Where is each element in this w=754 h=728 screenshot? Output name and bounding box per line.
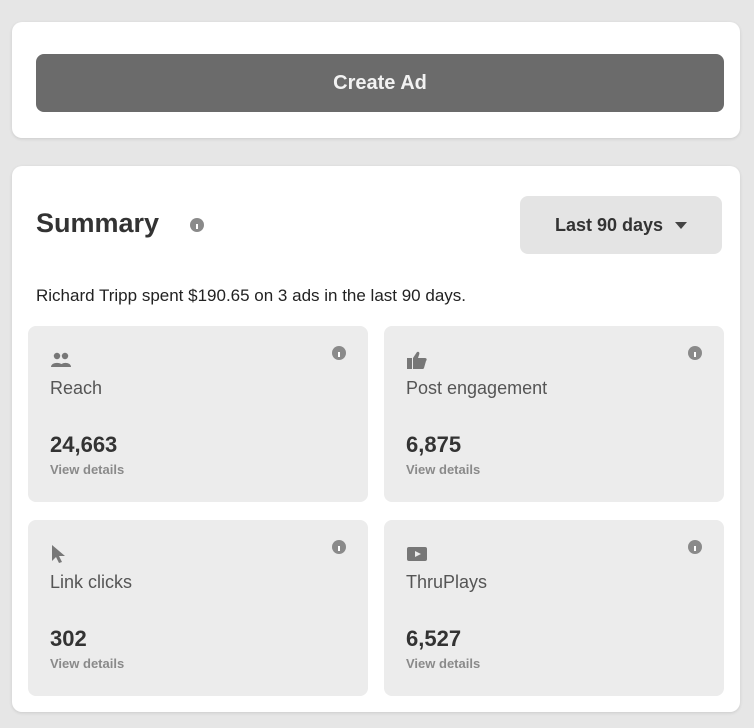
video-icon	[407, 547, 427, 561]
view-details-link[interactable]: View details	[406, 656, 480, 671]
info-icon[interactable]	[190, 218, 204, 232]
metric-tile-reach: Reach 24,663 View details	[28, 326, 368, 502]
metric-value: 24,663	[50, 432, 118, 457]
cursor-icon	[52, 545, 65, 563]
metric-tile-thruplays: ThruPlays 6,527 View details	[384, 520, 724, 696]
info-icon[interactable]	[332, 346, 346, 360]
caret-down-icon	[675, 221, 688, 229]
metric-label: Post engagement	[406, 378, 548, 398]
view-details-link[interactable]: View details	[50, 656, 124, 671]
summary-card: Summary Last 90 days Richard Tripp spent…	[12, 166, 740, 712]
metric-value: 6,875	[406, 432, 462, 457]
date-range-label: Last 90 days	[554, 214, 664, 235]
info-icon[interactable]	[688, 346, 702, 360]
date-range-dropdown[interactable]: Last 90 days	[520, 196, 722, 254]
spend-summary-text: Richard Tripp spent $190.65 on 3 ads in …	[36, 286, 466, 305]
metric-tile-link-clicks: Link clicks 302 View details	[28, 520, 368, 696]
summary-title: Summary	[36, 208, 160, 238]
info-icon[interactable]	[688, 540, 702, 554]
view-details-link[interactable]: View details	[406, 462, 480, 477]
metric-label: ThruPlays	[406, 572, 488, 592]
metric-value: 6,527	[406, 626, 462, 651]
people-icon	[51, 352, 71, 367]
info-icon[interactable]	[332, 540, 346, 554]
create-ad-card: Create Ad	[12, 22, 740, 138]
view-details-link[interactable]: View details	[50, 462, 124, 477]
metric-tile-post-engagement: Post engagement 6,875 View details	[384, 326, 724, 502]
metric-label: Reach	[50, 378, 103, 398]
metric-label: Link clicks	[50, 572, 133, 592]
thumbs-up-icon	[407, 351, 427, 369]
create-ad-button[interactable]: Create Ad	[36, 54, 724, 112]
metric-value: 302	[50, 626, 87, 651]
